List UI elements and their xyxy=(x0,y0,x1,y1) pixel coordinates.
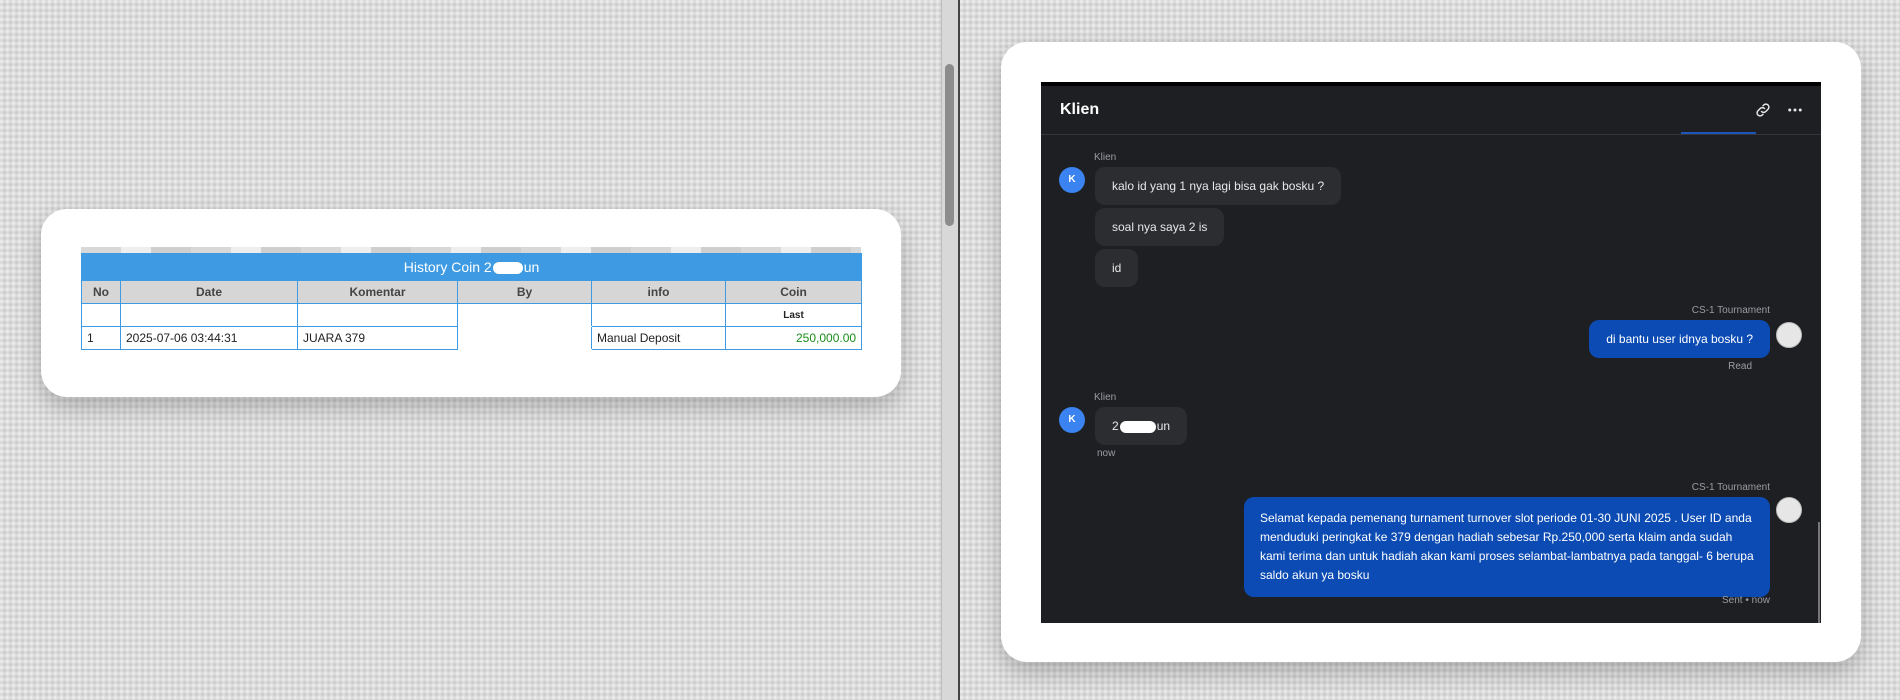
avatar xyxy=(1776,322,1802,348)
cell-by xyxy=(457,326,592,350)
sent-status: Sent • now xyxy=(1722,595,1770,606)
column-header-coin: Coin xyxy=(724,280,863,304)
column-header-komentar: Komentar xyxy=(297,280,458,304)
message-bubble: 2 un xyxy=(1095,407,1188,445)
message-sender: Klien xyxy=(1094,152,1117,163)
cell-komentar: JUARA 379 xyxy=(297,326,458,350)
message-sender: CS-1 Tournament xyxy=(1691,482,1770,493)
cell-date: 2025-07-06 03:44:31 xyxy=(120,326,298,350)
message-sender: CS-1 Tournament xyxy=(1691,305,1770,316)
chat-card: Klien Klien K kalo id yang 1 nya lagi bi… xyxy=(1001,42,1861,662)
cell-no: 1 xyxy=(81,326,121,350)
cell-info: Manual Deposit xyxy=(591,326,726,350)
message-bubble: id xyxy=(1095,249,1139,287)
table-title: History Coin 2 un xyxy=(80,253,863,281)
message-time: now xyxy=(1097,448,1116,459)
scrollbar-thumb[interactable] xyxy=(945,64,954,226)
message-bubble: Selamat kepada pemenang turnament turnov… xyxy=(1244,497,1770,597)
chat-window: Klien Klien K kalo id yang 1 nya lagi bi… xyxy=(1041,82,1821,623)
table-row: 1 2025-07-06 03:44:31 JUARA 379 Manual D… xyxy=(81,326,863,350)
avatar: K xyxy=(1059,167,1085,193)
avatar: K xyxy=(1059,407,1085,433)
column-header-info: info xyxy=(591,280,726,304)
redaction-mark xyxy=(492,262,523,275)
history-coin-table: History Coin 2 un No Date Komentar By inf… xyxy=(80,253,863,350)
message-bubble: di bantu user idnya bosku ? xyxy=(1589,320,1770,358)
column-header-no: No xyxy=(81,280,121,304)
message-bubble: soal nya saya 2 is xyxy=(1095,208,1225,246)
link-icon[interactable] xyxy=(1754,101,1772,119)
chat-header: Klien xyxy=(1041,86,1821,135)
coin-subheader-last: Last xyxy=(724,303,863,327)
read-status: Read xyxy=(1728,361,1752,372)
cell-coin: 250,000.00 xyxy=(724,326,863,350)
redaction-mark xyxy=(1119,420,1156,433)
message-bubble: kalo id yang 1 nya lagi bisa gak bosku ? xyxy=(1095,167,1342,205)
message-sender: Klien xyxy=(1094,392,1117,403)
chat-title: Klien xyxy=(1060,101,1100,118)
more-icon[interactable] xyxy=(1786,101,1804,119)
column-header-date: Date xyxy=(120,280,298,304)
avatar xyxy=(1776,497,1802,523)
history-card: History Coin 2 un No Date Komentar By inf… xyxy=(41,209,901,397)
column-header-by: By xyxy=(457,280,592,304)
